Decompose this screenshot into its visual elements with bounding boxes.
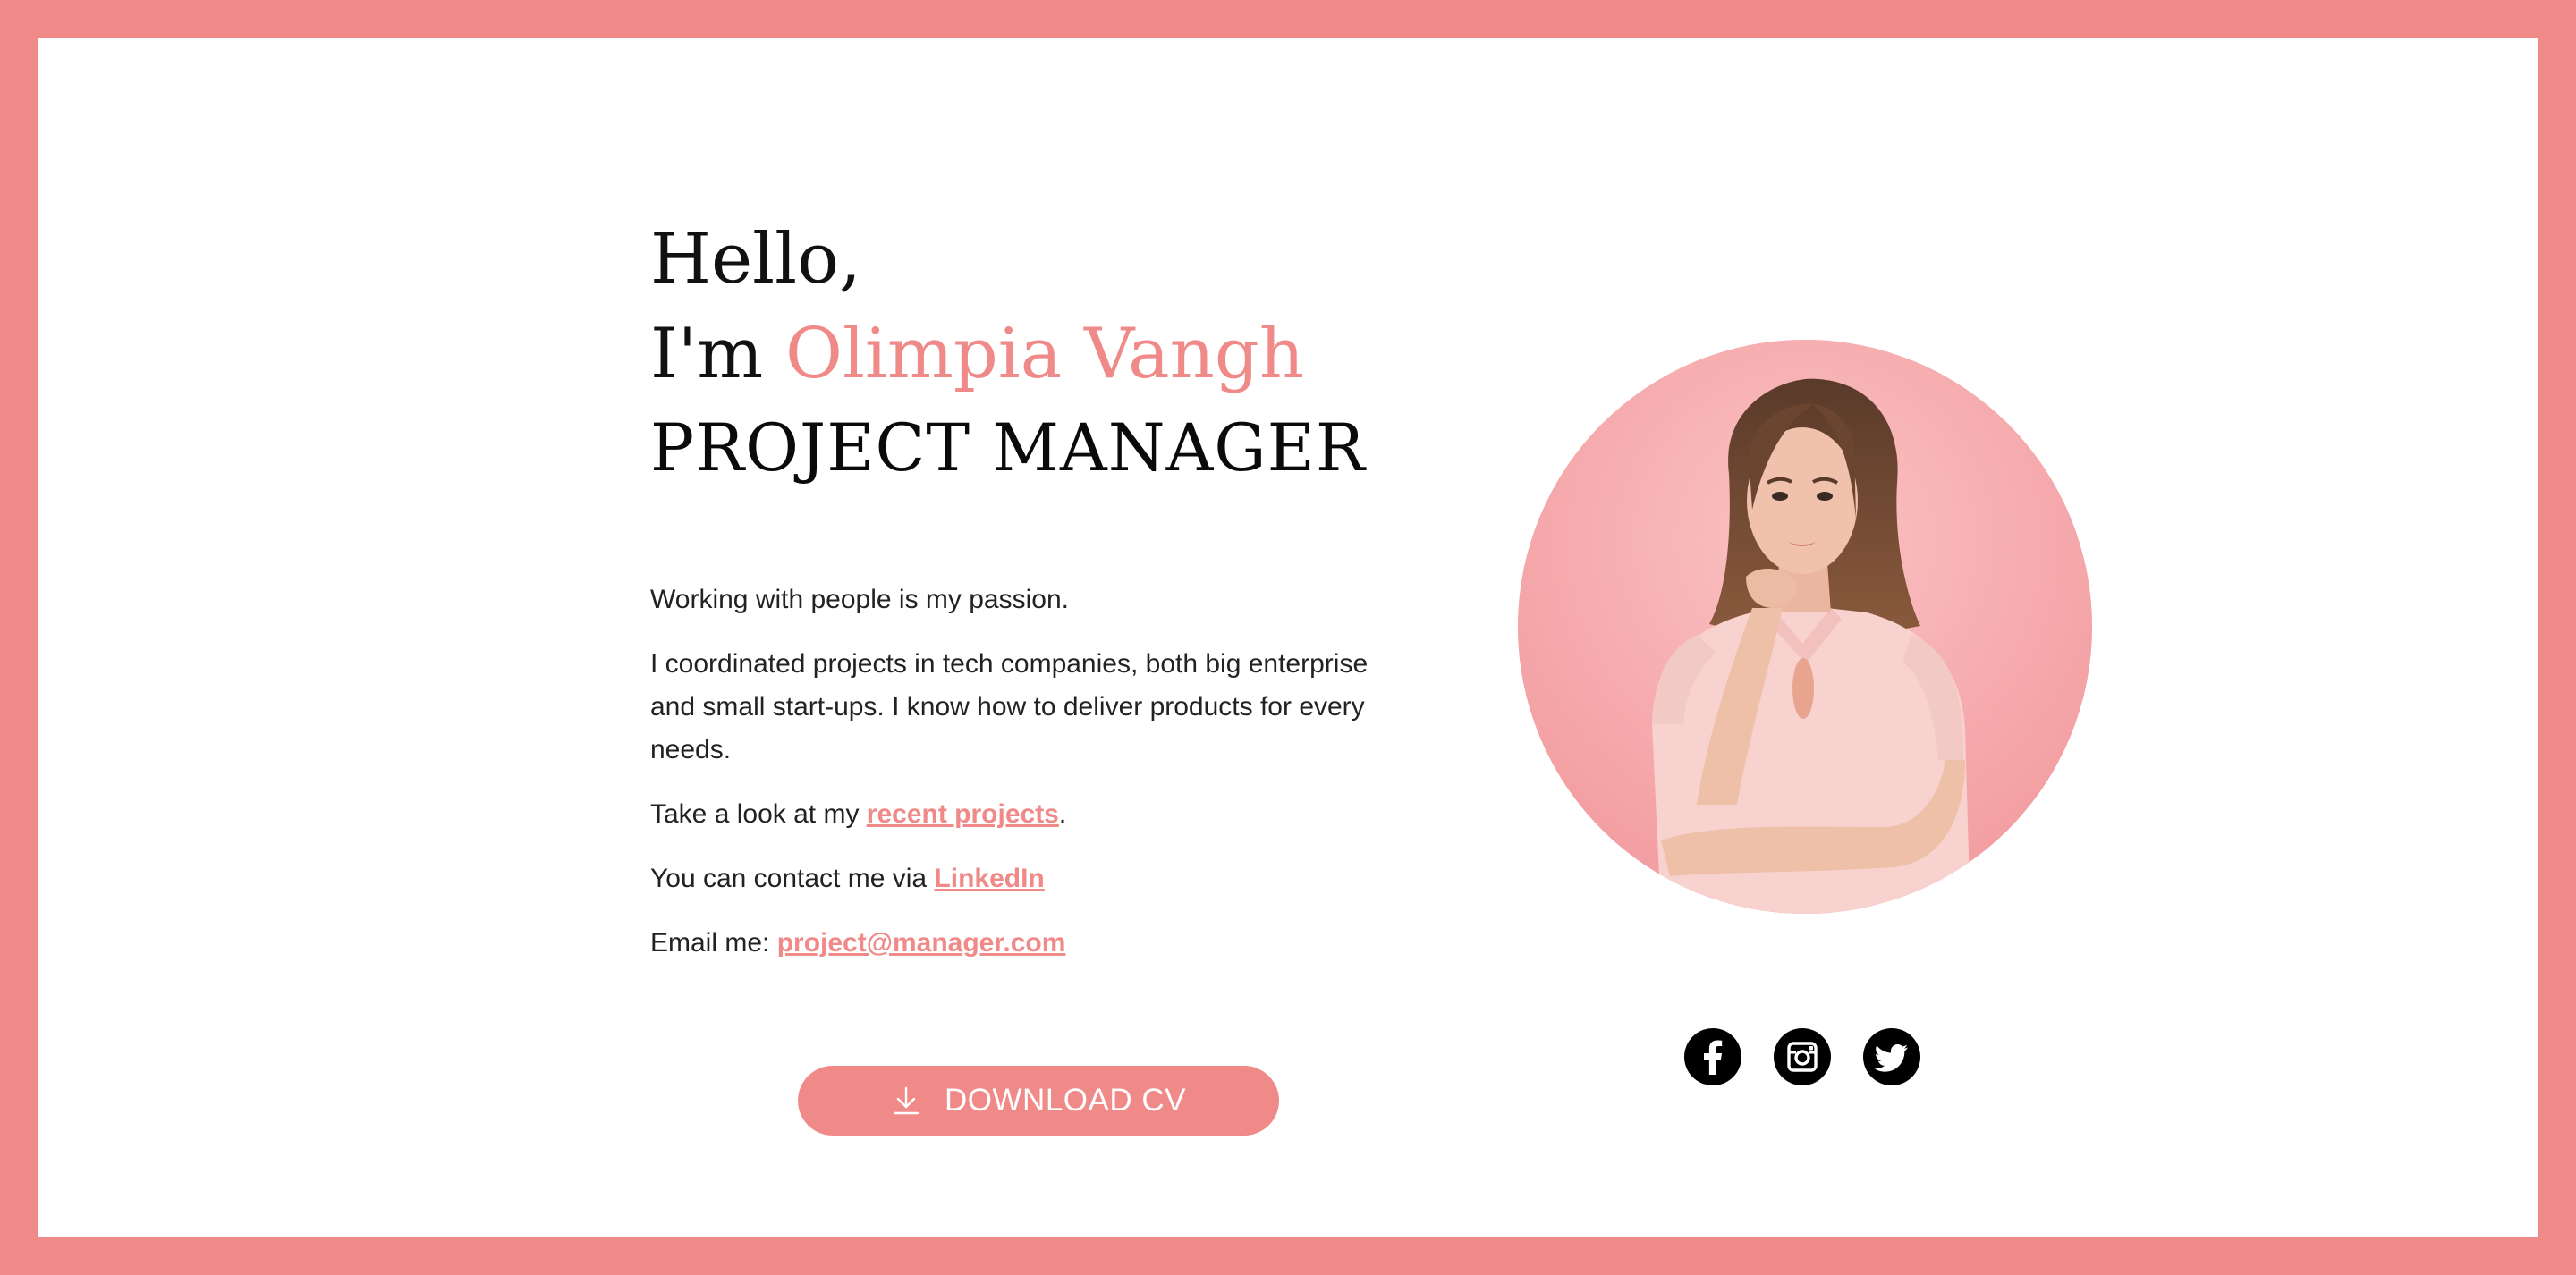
- person-name: Olimpia Vangh: [785, 314, 1305, 394]
- twitter-icon[interactable]: [1863, 1028, 1920, 1085]
- role-heading: PROJECT MANAGER: [650, 410, 1366, 486]
- instagram-icon[interactable]: [1774, 1028, 1831, 1085]
- bio-paragraph-contact: You can contact me via LinkedIn: [650, 864, 1045, 893]
- name-heading: I'm Olimpia Vangh: [650, 307, 1393, 401]
- bio-paragraph-email: Email me: project@manager.com: [650, 928, 1066, 958]
- email-link[interactable]: project@manager.com: [777, 928, 1066, 958]
- download-cv-label: DOWNLOAD CV: [945, 1083, 1186, 1118]
- greeting-heading: Hello,: [650, 219, 861, 300]
- download-cv-button[interactable]: DOWNLOAD CV: [798, 1066, 1279, 1136]
- profile-photo: [1518, 340, 2092, 914]
- download-icon: [891, 1085, 921, 1116]
- bio-paragraph-passion: Working with people is my passion.: [650, 585, 1069, 614]
- bio-paragraph-experience: I coordinated projects in tech companies…: [650, 649, 1368, 764]
- page-frame: Hello, I'm Olimpia Vangh PROJECT MANAGER…: [38, 38, 2538, 1237]
- bio-text: Working with people is my passion. I coo…: [650, 578, 1393, 965]
- facebook-icon[interactable]: [1684, 1028, 1741, 1085]
- intro-section: Hello, I'm Olimpia Vangh PROJECT MANAGER…: [650, 212, 1393, 986]
- bio-paragraph-projects: Take a look at my recent projects.: [650, 799, 1067, 829]
- social-links: [1684, 1028, 1920, 1085]
- profile-portrait-illustration: [1518, 340, 2092, 914]
- linkedin-link[interactable]: LinkedIn: [934, 864, 1044, 893]
- recent-projects-link[interactable]: recent projects: [867, 799, 1059, 829]
- intro-prefix: I'm: [650, 314, 764, 394]
